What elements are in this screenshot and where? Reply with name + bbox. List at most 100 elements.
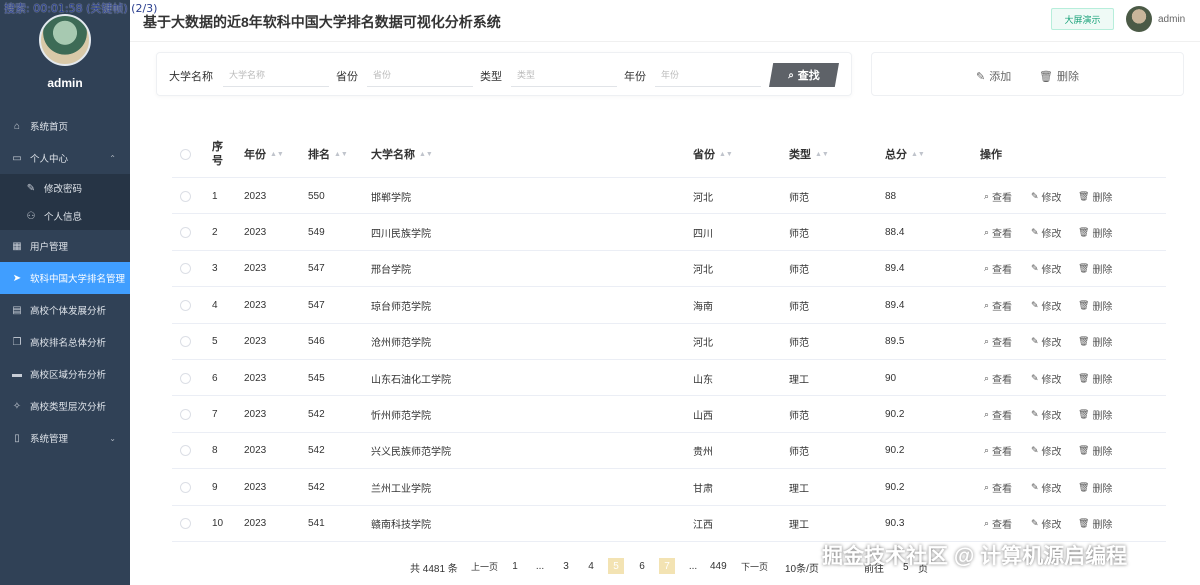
delete-button[interactable]: 🗑 删除 xyxy=(1078,287,1112,323)
delete-button[interactable]: 🗑 删除 xyxy=(1078,506,1112,542)
year-input[interactable]: 年份 xyxy=(655,63,761,87)
view-button[interactable]: ⌕ 查看 xyxy=(984,324,1012,360)
edit-button[interactable]: ✎ 修改 xyxy=(1031,251,1062,287)
sort-icon[interactable]: ▲▼ xyxy=(719,151,733,158)
type-input[interactable]: 类型 xyxy=(511,63,617,87)
avatar[interactable] xyxy=(39,14,91,66)
edit-button[interactable]: ✎ 修改 xyxy=(1031,396,1062,432)
prev-page-button[interactable]: 上一页 xyxy=(471,558,498,574)
table-row[interactable]: 10 2023 541 赣南科技学院 江西 理工 90.3 ⌕ 查看 ✎ 修改 🗑 删除 xyxy=(172,506,1166,542)
sidebar-item-system-management[interactable]: ▯ 系统管理 ⌄ xyxy=(0,422,130,454)
edit-button[interactable]: ✎ 修改 xyxy=(1031,360,1062,396)
cell-type: 师范 xyxy=(789,411,809,423)
edit-button[interactable]: ✎ 修改 xyxy=(1031,214,1062,250)
sidebar-item-user-management[interactable]: ▦ 用户管理 xyxy=(0,230,130,262)
view-button[interactable]: ⌕ 查看 xyxy=(984,214,1012,250)
edit-button[interactable]: ✎ 修改 xyxy=(1031,469,1062,505)
column-score[interactable]: 总分 ▲▼ xyxy=(885,130,925,178)
sidebar-item-individual-analysis[interactable]: ▤ 高校个体发展分析 xyxy=(0,294,130,326)
sidebar-item-change-password[interactable]: ✎ 修改密码 xyxy=(0,174,130,202)
view-button[interactable]: ⌕ 查看 xyxy=(984,506,1012,542)
next-page-button[interactable]: 下一页 xyxy=(741,558,768,574)
view-button[interactable]: ⌕ 查看 xyxy=(984,433,1012,469)
page-button[interactable]: 449 xyxy=(710,558,727,574)
edit-button[interactable]: ✎ 修改 xyxy=(1031,324,1062,360)
page-button[interactable]: 7 xyxy=(659,558,675,574)
add-button[interactable]: ✎ 添加 xyxy=(976,68,1011,84)
column-type[interactable]: 类型 ▲▼ xyxy=(789,130,829,178)
table-row[interactable]: 3 2023 547 邢台学院 河北 师范 89.4 ⌕ 查看 ✎ 修改 🗑 删除 xyxy=(172,251,1166,288)
table-row[interactable]: 9 2023 542 兰州工业学院 甘肃 理工 90.2 ⌕ 查看 ✎ 修改 🗑 删除 xyxy=(172,469,1166,506)
delete-button[interactable]: 🗑 删除 xyxy=(1078,324,1112,360)
delete-button[interactable]: 🗑 删除 xyxy=(1078,178,1112,214)
table-row[interactable]: 2 2023 549 四川民族学院 四川 师范 88.4 ⌕ 查看 ✎ 修改 🗑 删除 xyxy=(172,214,1166,251)
row-checkbox[interactable] xyxy=(180,178,191,214)
delete-button[interactable]: 🗑 删除 xyxy=(1078,396,1112,432)
province-input[interactable]: 省份 xyxy=(367,63,473,87)
sidebar-item-personal-info[interactable]: ⚇ 个人信息 xyxy=(0,202,130,230)
column-university[interactable]: 大学名称 ▲▼ xyxy=(371,130,433,178)
sidebar-item-personal-center[interactable]: ▭ 个人中心 ⌃ xyxy=(0,142,130,174)
column-rank[interactable]: 排名 ▲▼ xyxy=(308,130,348,178)
delete-button[interactable]: 🗑 删除 xyxy=(1078,469,1112,505)
row-checkbox[interactable] xyxy=(180,324,191,360)
delete-button[interactable]: 🗑 删除 xyxy=(1078,251,1112,287)
page-button[interactable]: 6 xyxy=(634,558,650,574)
page-button[interactable]: 1 xyxy=(507,558,523,574)
view-button[interactable]: ⌕ 查看 xyxy=(984,178,1012,214)
view-button[interactable]: ⌕ 查看 xyxy=(984,469,1012,505)
table-row[interactable]: 7 2023 542 忻州师范学院 山西 师范 90.2 ⌕ 查看 ✎ 修改 🗑 删除 xyxy=(172,396,1166,433)
table-row[interactable]: 1 2023 550 邯郸学院 河北 师范 88 ⌕ 查看 ✎ 修改 🗑 删除 xyxy=(172,178,1166,215)
sidebar-item-overall-analysis[interactable]: ❐ 高校排名总体分析 xyxy=(0,326,130,358)
row-checkbox[interactable] xyxy=(180,433,191,469)
view-button[interactable]: ⌕ 查看 xyxy=(984,251,1012,287)
university-name-label: 大学名称 xyxy=(169,71,213,83)
delete-button[interactable]: 🗑 删除 xyxy=(1078,214,1112,250)
row-checkbox[interactable] xyxy=(180,506,191,542)
watermark: 掘金技术社区 @ 计算机源启编程 xyxy=(822,545,1128,568)
column-province[interactable]: 省份 ▲▼ xyxy=(693,130,733,178)
row-checkbox[interactable] xyxy=(180,396,191,432)
delete-button[interactable]: 🗑 删除 xyxy=(1078,360,1112,396)
table-row[interactable]: 6 2023 545 山东石油化工学院 山东 理工 90 ⌕ 查看 ✎ 修改 🗑 删除 xyxy=(172,360,1166,397)
sort-icon[interactable]: ▲▼ xyxy=(911,151,925,158)
select-all-checkbox[interactable] xyxy=(180,130,191,178)
table-row[interactable]: 4 2023 547 琼台师范学院 海南 师范 89.4 ⌕ 查看 ✎ 修改 🗑 删除 xyxy=(172,287,1166,324)
sort-icon[interactable]: ▲▼ xyxy=(815,151,829,158)
view-button[interactable]: ⌕ 查看 xyxy=(984,396,1012,432)
edit-button[interactable]: ✎ 修改 xyxy=(1031,433,1062,469)
view-button[interactable]: ⌕ 查看 xyxy=(984,360,1012,396)
page-button[interactable]: 3 xyxy=(558,558,574,574)
edit-button[interactable]: ✎ 修改 xyxy=(1031,287,1062,323)
table-row[interactable]: 5 2023 546 沧州师范学院 河北 师范 89.5 ⌕ 查看 ✎ 修改 🗑 删除 xyxy=(172,324,1166,360)
user-name[interactable]: admin xyxy=(1158,14,1185,25)
edit-button[interactable]: ✎ 修改 xyxy=(1031,178,1062,214)
batch-delete-button[interactable]: 🗑 删除 xyxy=(1039,68,1079,84)
sort-icon[interactable]: ▲▼ xyxy=(419,151,433,158)
sidebar-item-ranking-management[interactable]: ➤ 软科中国大学排名管理 xyxy=(0,262,130,294)
bigscreen-button[interactable]: 大屏演示 xyxy=(1051,8,1114,30)
sidebar-item-home[interactable]: ⌂ 系统首页 xyxy=(0,110,130,142)
row-checkbox[interactable] xyxy=(180,251,191,287)
page-size-select[interactable]: 10条/页 xyxy=(785,558,819,576)
row-checkbox[interactable] xyxy=(180,360,191,396)
row-checkbox[interactable] xyxy=(180,287,191,323)
page-button[interactable]: 4 xyxy=(583,558,599,574)
page-ellipsis[interactable]: ... xyxy=(532,558,548,574)
search-button[interactable]: ⌕ 查找 xyxy=(769,63,839,87)
table-row[interactable]: 8 2023 542 兴义民族师范学院 贵州 师范 90.2 ⌕ 查看 ✎ 修改 🗑 删除 xyxy=(172,433,1166,470)
sort-icon[interactable]: ▲▼ xyxy=(334,151,348,158)
view-button[interactable]: ⌕ 查看 xyxy=(984,287,1012,323)
edit-button[interactable]: ✎ 修改 xyxy=(1031,506,1062,542)
user-avatar[interactable] xyxy=(1126,6,1152,32)
column-year[interactable]: 年份 ▲▼ xyxy=(244,130,284,178)
sidebar-item-region-analysis[interactable]: ▬ 高校区域分布分析 xyxy=(0,358,130,390)
row-checkbox[interactable] xyxy=(180,469,191,505)
sidebar-item-type-analysis[interactable]: ✧ 高校类型层次分析 xyxy=(0,390,130,422)
university-name-input[interactable]: 大学名称 xyxy=(223,63,329,87)
sort-icon[interactable]: ▲▼ xyxy=(270,151,284,158)
row-checkbox[interactable] xyxy=(180,214,191,250)
page-button-current[interactable]: 5 xyxy=(608,558,624,574)
delete-button[interactable]: 🗑 删除 xyxy=(1078,433,1112,469)
page-ellipsis[interactable]: ... xyxy=(685,558,701,574)
